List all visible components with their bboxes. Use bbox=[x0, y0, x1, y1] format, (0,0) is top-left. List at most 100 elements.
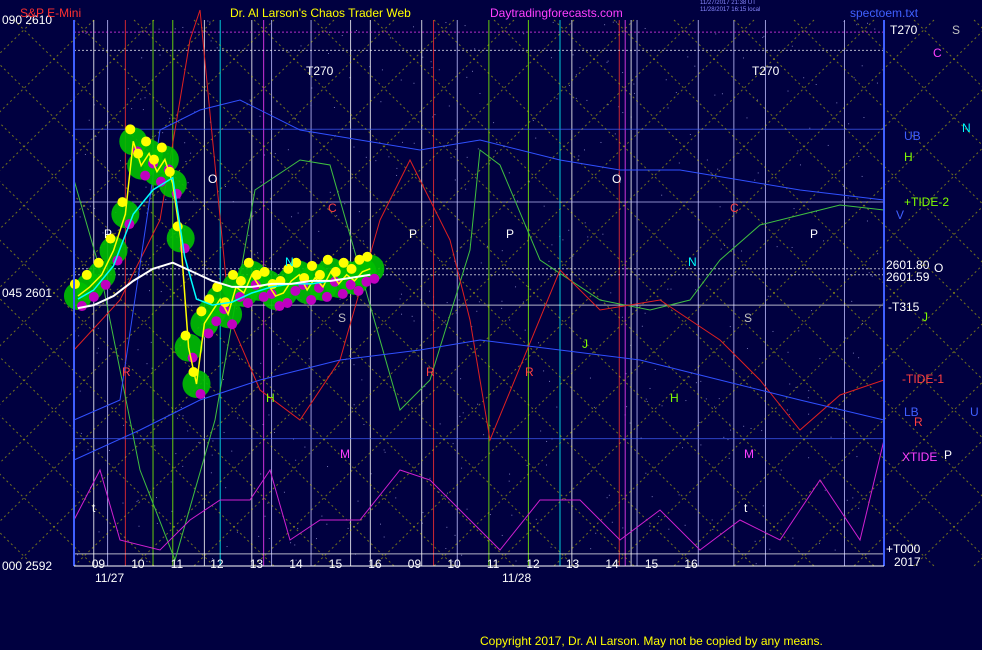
star bbox=[137, 349, 139, 351]
site-link[interactable]: Daytradingforecasts.com bbox=[490, 6, 623, 20]
star bbox=[361, 379, 363, 381]
star bbox=[445, 548, 447, 550]
star bbox=[462, 221, 464, 223]
star bbox=[443, 322, 445, 324]
hour-tick-label: 14 bbox=[289, 557, 303, 571]
magenta-dot bbox=[306, 294, 317, 305]
chart-label: H bbox=[670, 391, 679, 405]
star bbox=[462, 412, 464, 414]
chart-label: N bbox=[688, 255, 697, 269]
star bbox=[762, 37, 764, 39]
star bbox=[535, 518, 537, 520]
star bbox=[108, 449, 110, 451]
star bbox=[675, 91, 677, 93]
star bbox=[443, 496, 445, 498]
star bbox=[455, 312, 457, 314]
star bbox=[254, 211, 256, 213]
star bbox=[750, 427, 752, 429]
chart-label: J bbox=[582, 337, 588, 351]
star bbox=[159, 54, 161, 56]
star bbox=[876, 82, 878, 84]
star bbox=[389, 37, 391, 39]
timestamp-line-1: 11/27/2017 21:38 UT bbox=[700, 0, 756, 6]
star bbox=[501, 534, 503, 536]
star bbox=[809, 127, 811, 129]
star bbox=[818, 542, 820, 544]
star bbox=[78, 335, 80, 337]
star bbox=[174, 28, 176, 30]
star bbox=[432, 116, 434, 118]
star bbox=[604, 24, 606, 26]
magenta-dot bbox=[282, 298, 293, 308]
star bbox=[644, 27, 646, 29]
yellow-dot bbox=[338, 257, 349, 268]
magenta-dot bbox=[100, 279, 111, 290]
star bbox=[649, 387, 651, 389]
star bbox=[380, 101, 382, 103]
chart-label: O bbox=[208, 172, 217, 186]
star bbox=[496, 142, 498, 144]
star bbox=[610, 292, 612, 294]
star bbox=[430, 61, 432, 63]
star bbox=[763, 35, 765, 37]
star bbox=[375, 160, 377, 162]
star bbox=[381, 69, 383, 71]
star bbox=[543, 370, 545, 372]
star bbox=[797, 150, 799, 152]
right-label: U bbox=[970, 405, 979, 419]
star bbox=[538, 342, 540, 344]
star bbox=[866, 220, 868, 222]
chart-label: M bbox=[744, 447, 754, 461]
star bbox=[458, 299, 460, 301]
star bbox=[710, 172, 712, 174]
star bbox=[461, 554, 463, 556]
star bbox=[171, 510, 173, 512]
star bbox=[401, 141, 403, 143]
star bbox=[84, 153, 86, 155]
star bbox=[575, 97, 577, 99]
hour-tick-label: 16 bbox=[684, 557, 698, 571]
star bbox=[626, 406, 628, 408]
star bbox=[80, 432, 82, 434]
star bbox=[858, 507, 860, 509]
star bbox=[209, 21, 211, 23]
chart-label: C bbox=[328, 201, 337, 215]
star bbox=[654, 368, 656, 370]
star bbox=[629, 422, 631, 424]
right-label: T270 bbox=[890, 23, 918, 37]
star bbox=[347, 527, 349, 529]
hour-tick-label: 11 bbox=[487, 557, 500, 571]
star bbox=[119, 160, 121, 162]
star bbox=[297, 212, 299, 214]
star bbox=[268, 538, 270, 540]
star bbox=[545, 464, 547, 466]
star bbox=[182, 415, 184, 417]
star bbox=[142, 109, 144, 111]
star bbox=[665, 79, 667, 81]
star bbox=[644, 312, 646, 314]
star bbox=[428, 290, 430, 292]
star bbox=[791, 45, 793, 47]
star bbox=[851, 300, 853, 302]
star bbox=[79, 216, 81, 218]
star bbox=[641, 325, 643, 327]
star bbox=[687, 56, 689, 58]
star bbox=[572, 54, 574, 56]
star bbox=[137, 499, 139, 501]
star bbox=[140, 31, 142, 33]
star bbox=[454, 534, 456, 536]
star bbox=[799, 164, 801, 166]
star bbox=[257, 328, 259, 330]
right-label: V bbox=[896, 208, 904, 222]
hour-tick-label: 10 bbox=[447, 557, 461, 571]
star bbox=[267, 502, 269, 504]
star bbox=[556, 98, 558, 100]
star bbox=[223, 431, 225, 433]
star bbox=[363, 424, 365, 426]
star bbox=[328, 52, 330, 54]
yellow-dot bbox=[141, 136, 152, 147]
star bbox=[439, 259, 441, 261]
star bbox=[705, 398, 707, 400]
symbol-title: S&P E-Mini bbox=[20, 6, 82, 20]
chart-label: P bbox=[104, 227, 112, 241]
